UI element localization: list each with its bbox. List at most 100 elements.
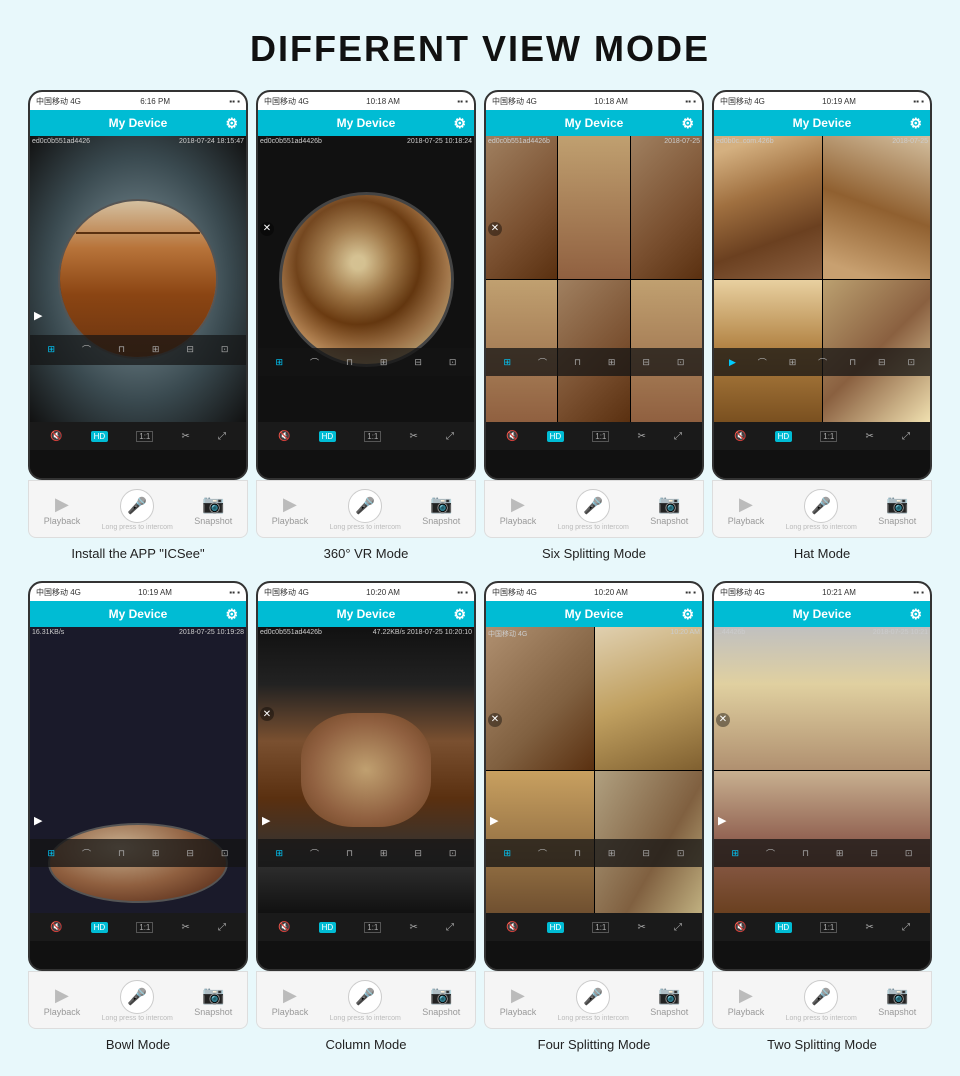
snapshot-icon-8[interactable]: 📷: [886, 985, 908, 1006]
icon-6a[interactable]: ⊞: [275, 848, 283, 859]
snapshot-icon-6[interactable]: 📷: [430, 985, 452, 1006]
icon-8b[interactable]: ⌒: [766, 847, 775, 860]
icon-7f[interactable]: ⊡: [677, 848, 685, 859]
play-btn-1[interactable]: ▶: [34, 309, 42, 322]
icon-6f[interactable]: ⊡: [449, 848, 457, 859]
snapshot-icon-4[interactable]: 📷: [886, 494, 908, 515]
mic-icon-5[interactable]: 🔇: [50, 922, 62, 933]
icon-3f[interactable]: ⊡: [677, 357, 685, 368]
icon-2b[interactable]: ⌒: [310, 356, 319, 369]
icon-cup-1[interactable]: ⊓: [118, 344, 125, 355]
intercom-icon-7[interactable]: 🎤: [576, 980, 610, 1014]
mic-icon-3[interactable]: 🔇: [506, 431, 518, 442]
intercom-icon-6[interactable]: 🎤: [348, 980, 382, 1014]
play-btn-5[interactable]: ▶: [34, 814, 42, 827]
ratio-4[interactable]: 1:1: [820, 431, 837, 442]
snapshot-icon-2[interactable]: 📷: [430, 494, 452, 515]
expand-6[interactable]: ⤢: [446, 922, 454, 933]
icon-hat-1[interactable]: ⌒: [82, 343, 91, 356]
intercom-icon-3[interactable]: 🎤: [576, 489, 610, 523]
mic-icon-6[interactable]: 🔇: [278, 922, 290, 933]
playback-icon-3[interactable]: ▶: [511, 494, 525, 515]
close-icon-6[interactable]: ✕: [260, 707, 274, 721]
icon-v-1[interactable]: ⊡: [221, 344, 229, 355]
icon-grid-1[interactable]: ⊞: [47, 344, 55, 355]
ratio-7[interactable]: 1:1: [592, 922, 609, 933]
close-icon-3[interactable]: ✕: [488, 222, 502, 236]
playback-icon-7[interactable]: ▶: [511, 985, 525, 1006]
icon-2a[interactable]: ⊞: [275, 357, 283, 368]
icon-5b[interactable]: ⌒: [82, 847, 91, 860]
icon-8c[interactable]: ⊓: [802, 848, 809, 859]
snapshot-icon-3[interactable]: 📷: [658, 494, 680, 515]
icon-4a[interactable]: ▶: [729, 357, 736, 368]
icon-3e[interactable]: ⊟: [642, 357, 650, 368]
settings-icon-4[interactable]: ⚙: [909, 115, 922, 132]
scissors-1[interactable]: ✂: [181, 431, 189, 442]
ratio-5[interactable]: 1:1: [136, 922, 153, 933]
intercom-icon-2[interactable]: 🎤: [348, 489, 382, 523]
scissors-4[interactable]: ✂: [865, 431, 873, 442]
settings-icon-7[interactable]: ⚙: [681, 606, 694, 623]
icon-5f[interactable]: ⊡: [221, 848, 229, 859]
expand-1[interactable]: ⤢: [218, 431, 226, 442]
icon-3a[interactable]: ⊞: [503, 357, 511, 368]
icon-3c[interactable]: ⊓: [574, 357, 581, 368]
icon-4d[interactable]: ⌒: [818, 356, 827, 369]
icon-2f[interactable]: ⊡: [449, 357, 457, 368]
icon-7c[interactable]: ⊓: [574, 848, 581, 859]
scissors-8[interactable]: ✂: [865, 922, 873, 933]
icon-8f[interactable]: ⊡: [905, 848, 913, 859]
icon-7d[interactable]: ⊞: [608, 848, 616, 859]
playback-icon-6[interactable]: ▶: [283, 985, 297, 1006]
icon-7e[interactable]: ⊟: [642, 848, 650, 859]
icon-6d[interactable]: ⊞: [380, 848, 388, 859]
icon-2c[interactable]: ⊓: [346, 357, 353, 368]
expand-2[interactable]: ⤢: [446, 431, 454, 442]
play-btn-8[interactable]: ▶: [718, 814, 726, 827]
settings-icon-2[interactable]: ⚙: [453, 115, 466, 132]
settings-icon-5[interactable]: ⚙: [225, 606, 238, 623]
icon-4e[interactable]: ⊓: [849, 357, 856, 368]
scissors-6[interactable]: ✂: [409, 922, 417, 933]
icon-5a[interactable]: ⊞: [47, 848, 55, 859]
hd-badge-4[interactable]: HD: [775, 431, 793, 442]
scissors-7[interactable]: ✂: [637, 922, 645, 933]
icon-8a[interactable]: ⊞: [731, 848, 739, 859]
scissors-5[interactable]: ✂: [181, 922, 189, 933]
icon-8e[interactable]: ⊟: [870, 848, 878, 859]
icon-6e[interactable]: ⊟: [414, 848, 422, 859]
close-icon-7[interactable]: ✕: [488, 713, 502, 727]
hd-badge-2[interactable]: HD: [319, 431, 337, 442]
intercom-icon-8[interactable]: 🎤: [804, 980, 838, 1014]
mic-icon-4[interactable]: 🔇: [734, 431, 746, 442]
snapshot-icon-1[interactable]: 📷: [202, 494, 224, 515]
icon-split-1[interactable]: ⊞: [152, 344, 160, 355]
icon-4c[interactable]: ⊞: [789, 357, 797, 368]
play-btn-6[interactable]: ▶: [262, 814, 270, 827]
hd-badge-7[interactable]: HD: [547, 922, 565, 933]
icon-5d[interactable]: ⊞: [152, 848, 160, 859]
intercom-icon-1[interactable]: 🎤: [120, 489, 154, 523]
icon-2d[interactable]: ⊞: [380, 357, 388, 368]
close-icon-2[interactable]: ✕: [260, 222, 274, 236]
ratio-1[interactable]: 1:1: [136, 431, 153, 442]
icon-6b[interactable]: ⌒: [310, 847, 319, 860]
settings-icon-1[interactable]: ⚙: [225, 115, 238, 132]
playback-icon-4[interactable]: ▶: [739, 494, 753, 515]
intercom-icon-5[interactable]: 🎤: [120, 980, 154, 1014]
snapshot-icon-7[interactable]: 📷: [658, 985, 680, 1006]
mic-icon-7[interactable]: 🔇: [506, 922, 518, 933]
settings-icon-6[interactable]: ⚙: [453, 606, 466, 623]
playback-icon-5[interactable]: ▶: [55, 985, 69, 1006]
icon-5e[interactable]: ⊟: [186, 848, 194, 859]
ratio-6[interactable]: 1:1: [364, 922, 381, 933]
playback-icon-2[interactable]: ▶: [283, 494, 297, 515]
hd-badge-3[interactable]: HD: [547, 431, 565, 442]
mic-icon-1[interactable]: 🔇: [50, 431, 62, 442]
expand-5[interactable]: ⤢: [218, 922, 226, 933]
hd-badge-1[interactable]: HD: [91, 431, 109, 442]
icon-2e[interactable]: ⊟: [414, 357, 422, 368]
settings-icon-3[interactable]: ⚙: [681, 115, 694, 132]
icon-4f[interactable]: ⊟: [878, 357, 886, 368]
